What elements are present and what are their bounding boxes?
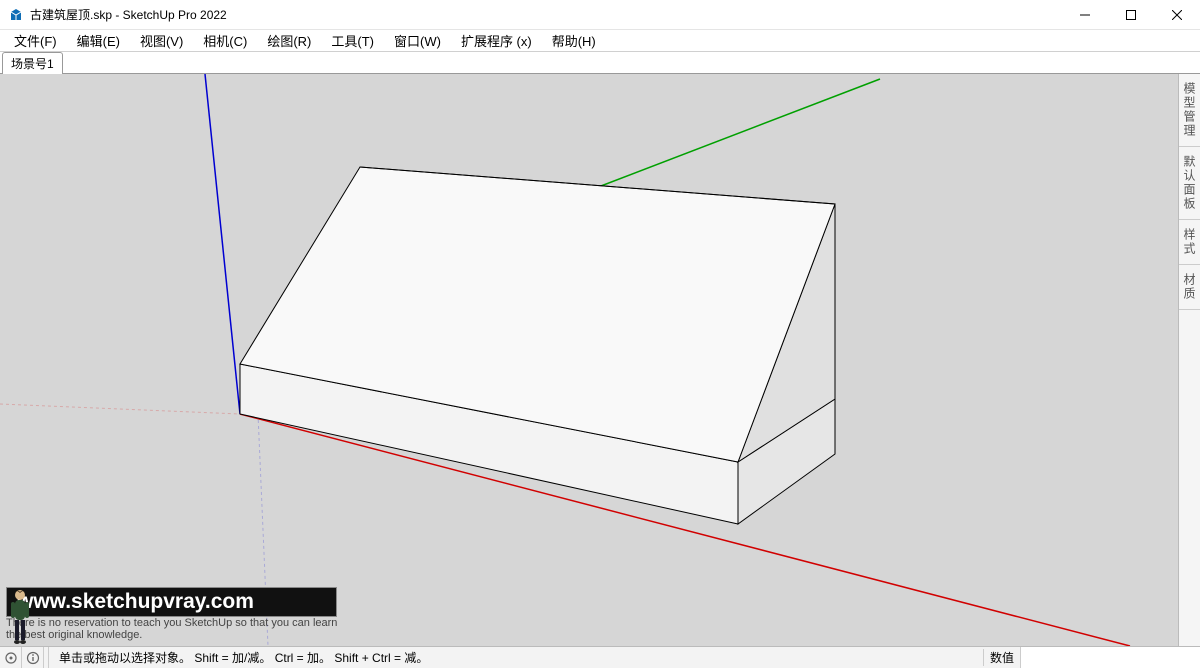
scene-tab-1[interactable]: 场景号1 xyxy=(2,52,63,74)
axis-z xyxy=(205,74,240,414)
info-icon[interactable] xyxy=(22,647,44,668)
menu-help[interactable]: 帮助(H) xyxy=(542,29,606,52)
menubar: 文件(F) 编辑(E) 视图(V) 相机(C) 绘图(R) 工具(T) 窗口(W… xyxy=(0,30,1200,52)
app-icon xyxy=(8,7,24,23)
menu-window[interactable]: 窗口(W) xyxy=(384,29,451,52)
maximize-button[interactable] xyxy=(1108,0,1154,29)
person-icon xyxy=(6,587,34,646)
menu-edit[interactable]: 编辑(E) xyxy=(67,29,130,52)
tray-tab-styles[interactable]: 样式 xyxy=(1179,220,1200,265)
tray-tab-default-panel[interactable]: 默认面板 xyxy=(1179,147,1200,220)
menu-draw[interactable]: 绘图(R) xyxy=(257,29,321,52)
measure-input[interactable] xyxy=(1020,647,1200,668)
minimize-button[interactable] xyxy=(1062,0,1108,29)
menu-tools[interactable]: 工具(T) xyxy=(321,29,384,52)
window-title: 古建筑屋顶.skp - SketchUp Pro 2022 xyxy=(30,6,227,23)
right-tray: 模型管理 默认面板 样式 材质 xyxy=(1178,74,1200,646)
status-hint: 单击或拖动以选择对象。 Shift = 加/减。 Ctrl = 加。 Shift… xyxy=(53,649,434,666)
titlebar: 古建筑屋顶.skp - SketchUp Pro 2022 xyxy=(0,0,1200,30)
menu-extensions[interactable]: 扩展程序 (x) xyxy=(451,29,542,52)
menu-camera[interactable]: 相机(C) xyxy=(193,29,257,52)
axis-x-negative xyxy=(0,404,240,414)
watermark: www.sketchupvray.com There is no reserva… xyxy=(6,587,337,642)
tray-tab-materials[interactable]: 材质 xyxy=(1179,265,1200,310)
window-controls xyxy=(1062,0,1200,29)
menu-view[interactable]: 视图(V) xyxy=(130,29,193,52)
workspace: www.sketchupvray.com There is no reserva… xyxy=(0,74,1200,646)
watermark-sub2: the best original knowledge. xyxy=(6,629,337,642)
watermark-url: www.sketchupvray.com xyxy=(6,587,337,617)
statusbar: 单击或拖动以选择对象。 Shift = 加/减。 Ctrl = 加。 Shift… xyxy=(0,646,1200,668)
measure-label: 数值 xyxy=(983,649,1020,666)
viewport[interactable]: www.sketchupvray.com There is no reserva… xyxy=(0,74,1178,646)
tray-tab-model-manage[interactable]: 模型管理 xyxy=(1179,74,1200,147)
axis-y xyxy=(580,79,880,194)
model xyxy=(240,167,835,524)
scene-tabs: 场景号1 xyxy=(0,52,1200,74)
menu-file[interactable]: 文件(F) xyxy=(4,29,67,52)
close-button[interactable] xyxy=(1154,0,1200,29)
geo-icon[interactable] xyxy=(0,647,22,668)
watermark-sub1: There is no reservation to teach you Ske… xyxy=(6,617,337,630)
